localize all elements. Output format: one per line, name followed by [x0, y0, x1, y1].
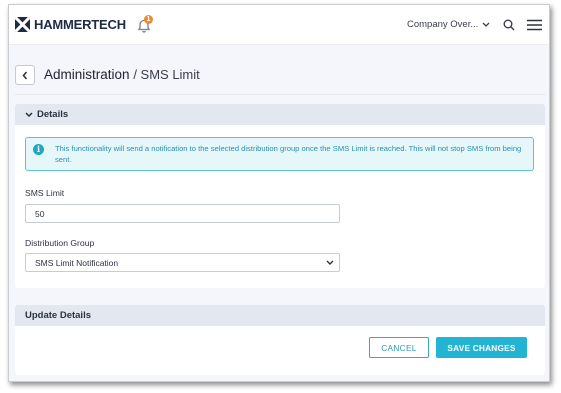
page-title-main: Administration — [44, 67, 130, 82]
cancel-button[interactable]: CANCEL — [369, 337, 429, 358]
distribution-group-select[interactable]: SMS Limit Notification — [25, 253, 340, 272]
hammertech-logo-icon — [15, 17, 30, 32]
company-selector[interactable]: Company Over... — [407, 19, 490, 30]
search-icon[interactable] — [503, 19, 515, 31]
distribution-group-label: Distribution Group — [25, 238, 95, 248]
update-section-label: Update Details — [25, 310, 91, 321]
notification-badge: 1 — [144, 15, 153, 24]
header-divider — [15, 94, 545, 95]
sms-limit-label: SMS Limit — [25, 188, 65, 198]
details-section-label: Details — [37, 109, 69, 120]
info-icon: i — [33, 144, 44, 155]
page-title-sub: / SMS Limit — [133, 67, 200, 82]
info-alert: i This functionality will send a notific… — [25, 137, 534, 171]
brand-name: HAMMERTECH — [34, 17, 126, 32]
distribution-group-value: SMS Limit Notification — [35, 257, 119, 268]
chevron-left-icon — [22, 70, 28, 80]
hamburger-menu-icon[interactable] — [527, 19, 542, 31]
chevron-down-icon — [25, 112, 33, 117]
chevron-down-icon — [326, 260, 334, 265]
company-label: Company Over... — [407, 19, 479, 30]
info-alert-text: This functionality will send a notificat… — [55, 144, 522, 164]
page-title: Administration / SMS Limit — [44, 67, 200, 82]
top-navigation-bar: HAMMERTECH 1 Company Over... — [9, 5, 549, 45]
sms-limit-input[interactable] — [25, 204, 340, 223]
page-header: Administration / SMS Limit — [9, 46, 549, 95]
update-details-card: Update Details CANCEL SAVE CHANGES — [15, 305, 545, 375]
back-button[interactable] — [15, 65, 35, 85]
app-window: HAMMERTECH 1 Company Over... Administrat… — [8, 4, 550, 382]
brand-logo[interactable]: HAMMERTECH — [15, 17, 126, 32]
update-section-header: Update Details — [15, 305, 545, 326]
details-section-header[interactable]: Details — [15, 104, 545, 125]
details-card: Details i This functionality will send a… — [15, 104, 545, 288]
save-changes-button[interactable]: SAVE CHANGES — [436, 337, 527, 358]
chevron-down-icon — [482, 22, 490, 27]
